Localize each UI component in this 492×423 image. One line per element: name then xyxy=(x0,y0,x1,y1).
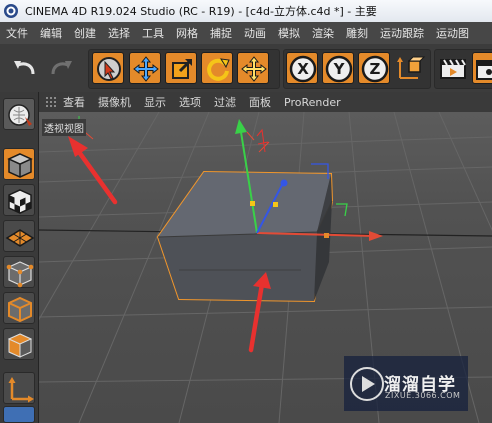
recent-tool-button[interactable] xyxy=(237,52,269,84)
texture-mode-button[interactable] xyxy=(3,184,35,216)
coordinate-system-button[interactable] xyxy=(394,52,426,84)
polygons-mode-icon xyxy=(7,333,33,358)
menu-animate[interactable]: 动画 xyxy=(238,25,272,41)
watermark-logo-icon xyxy=(350,367,384,401)
menu-edit[interactable]: 编辑 xyxy=(34,25,68,41)
workplane-mode-button[interactable] xyxy=(3,220,35,252)
move-icon xyxy=(133,56,159,82)
axis-mode-icon xyxy=(8,377,34,403)
rotate-button[interactable] xyxy=(201,52,233,84)
mode-palette xyxy=(0,92,39,423)
menu-tools[interactable]: 工具 xyxy=(136,25,170,41)
main-toolbar: X Y Z xyxy=(0,44,492,93)
title-bar: CINEMA 4D R19.024 Studio (RC - R19) - [c… xyxy=(0,0,492,22)
scale-button[interactable] xyxy=(165,52,197,84)
tweak-mode-button[interactable] xyxy=(3,406,35,423)
render-picture-viewer-button[interactable] xyxy=(472,52,492,84)
menu-motion-tracker[interactable]: 运动跟踪 xyxy=(374,25,430,41)
menu-simulate[interactable]: 模拟 xyxy=(272,25,306,41)
edges-mode-button[interactable] xyxy=(3,292,35,324)
cinema4d-logo-icon xyxy=(4,4,18,18)
viewport-menu-prorender[interactable]: ProRender xyxy=(284,96,341,109)
menu-create[interactable]: 创建 xyxy=(68,25,102,41)
live-select-icon xyxy=(97,57,121,81)
viewport-menu-options[interactable]: 选项 xyxy=(179,94,201,110)
menu-file[interactable]: 文件 xyxy=(0,25,34,41)
grip-icon[interactable] xyxy=(45,95,59,109)
undo-icon xyxy=(14,61,35,75)
z-axis-label: Z xyxy=(369,60,381,78)
cube-object[interactable] xyxy=(156,170,334,303)
viewport-menu-cameras[interactable]: 摄像机 xyxy=(98,94,131,110)
render-picture-queue-icon xyxy=(476,60,492,80)
render-view-icon xyxy=(440,59,466,79)
y-axis-label: Y xyxy=(333,60,345,78)
live-select-button[interactable] xyxy=(92,52,124,84)
render-view-button[interactable] xyxy=(437,52,469,84)
make-editable-button[interactable] xyxy=(3,98,35,130)
recent-tool-icon xyxy=(241,56,267,82)
coordinate-system-icon xyxy=(397,56,426,79)
viewport-menu-panel[interactable]: 面板 xyxy=(249,94,271,110)
points-mode-button[interactable] xyxy=(3,256,35,288)
texture-mode-icon xyxy=(8,189,32,214)
edges-mode-icon xyxy=(8,296,32,323)
menu-select[interactable]: 选择 xyxy=(102,25,136,41)
undo-button[interactable] xyxy=(9,52,41,84)
redo-button[interactable] xyxy=(45,52,77,84)
menu-sculpt[interactable]: 雕刻 xyxy=(340,25,374,41)
axis-mode-button[interactable] xyxy=(3,372,35,404)
redo-icon xyxy=(51,61,72,75)
model-mode-button[interactable] xyxy=(3,148,35,180)
model-mode-icon xyxy=(7,153,33,178)
points-mode-icon xyxy=(6,261,34,288)
rotate-icon xyxy=(207,58,230,81)
move-button[interactable] xyxy=(129,52,161,84)
viewport-menu-display[interactable]: 显示 xyxy=(144,94,166,110)
window-title: CINEMA 4D R19.024 Studio (RC - R19) - [c… xyxy=(25,5,377,18)
polygons-mode-button[interactable] xyxy=(3,328,35,360)
viewport-menu-filter[interactable]: 过滤 xyxy=(214,94,236,110)
viewport-menu-bar: 查看 摄像机 显示 选项 过滤 面板 ProRender xyxy=(39,92,492,113)
menu-snap[interactable]: 捕捉 xyxy=(204,25,238,41)
z-axis-lock-button[interactable]: Z xyxy=(358,52,390,84)
workplane-icon xyxy=(5,229,35,247)
y-axis-lock-button[interactable]: Y xyxy=(322,52,354,84)
x-axis-lock-button[interactable]: X xyxy=(286,52,318,84)
watermark: 溜溜自学 ZIXUE.3066.COM xyxy=(344,356,468,411)
menu-render[interactable]: 渲染 xyxy=(306,25,340,41)
x-axis-label: X xyxy=(297,60,309,78)
make-editable-icon xyxy=(8,104,32,126)
viewport-title: 透视视图 xyxy=(42,119,86,136)
watermark-url: ZIXUE.3066.COM xyxy=(385,391,461,400)
menu-bar: 文件 编辑 创建 选择 工具 网格 捕捉 动画 模拟 渲染 雕刻 运动跟踪 运动… xyxy=(0,22,492,45)
scale-icon xyxy=(172,58,193,79)
menu-mograph[interactable]: 运动图 xyxy=(430,25,475,41)
viewport-menu-view[interactable]: 查看 xyxy=(63,94,85,110)
menu-mesh[interactable]: 网格 xyxy=(170,25,204,41)
